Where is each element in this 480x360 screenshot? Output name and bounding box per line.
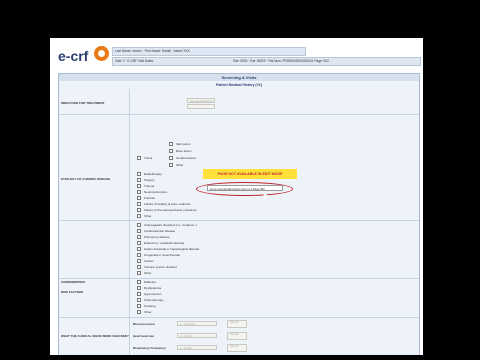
checkbox[interactable] <box>137 304 141 308</box>
comorbidity-option[interactable]: Urogenital or renal disorder <box>137 253 180 257</box>
checkbox[interactable] <box>137 229 141 233</box>
indication-value: Sexual dysfunction <box>187 98 215 103</box>
comorbidities-label: COMORBIDITIES <box>61 280 86 284</box>
comorbidity-option[interactable]: Pulmonary disease <box>137 235 170 239</box>
comorbidity-option[interactable]: Other <box>137 271 152 275</box>
checkbox[interactable] <box>137 259 141 263</box>
etiology-option[interactable]: Neurodysfunction <box>137 190 167 194</box>
row-divider <box>59 220 419 221</box>
checkbox[interactable] <box>137 178 141 182</box>
indication-label: INDICATION FOR TREATMENT <box>61 101 105 105</box>
risk-option[interactable]: Other <box>137 310 152 314</box>
etiology-label: ETIOLOGY OF CHRONIC DISEASE <box>61 177 111 181</box>
tumor-sub-option[interactable]: Skin lesion <box>169 142 191 146</box>
respiratory-label: Respiratory Frequency <box>133 346 166 350</box>
checkbox[interactable] <box>137 310 141 314</box>
checkbox[interactable] <box>137 208 141 212</box>
checkbox[interactable] <box>169 142 173 146</box>
edit-mode-notice: PAGE NOT AVAILABLE IN EDIT MODE <box>203 169 297 179</box>
etiology-option[interactable]: Other <box>137 214 152 218</box>
section-subtitle: Patient Medical History (V1) <box>215 83 263 87</box>
comorbidity-option[interactable]: Gastro-intestinal or hepatological disor… <box>137 247 200 251</box>
comorbidity-option[interactable]: Cancer <box>137 259 154 263</box>
etiology-option[interactable]: Fracture <box>137 196 155 200</box>
checkbox[interactable] <box>137 241 141 245</box>
app-logo-text: e-crf <box>58 48 89 64</box>
clinical-signs-label: WHAT THE CLINICAL SIGNS WERE CHECKED? <box>61 334 129 338</box>
checkbox[interactable] <box>137 247 141 251</box>
checkbox[interactable] <box>137 156 141 160</box>
etiology-option[interactable]: Trauma <box>137 184 154 188</box>
tumor-sub-option[interactable]: Cerebral lesion <box>169 156 196 160</box>
checkbox[interactable] <box>137 190 141 194</box>
patient-info-line1: Last Name: xxxxxx · First Name: Daniel ·… <box>112 47 306 56</box>
checkbox[interactable] <box>137 253 141 257</box>
visit-info: Visit: 2 · E-CRF Visit Dates <box>115 59 154 63</box>
blood-pressure-input[interactable]: 2 / 3 systolic <box>177 321 217 326</box>
risk-option[interactable]: Chemotherapy <box>137 298 164 302</box>
application-window: e-crf Last Name: xxxxxx · First Name: Da… <box>50 38 423 355</box>
etiology-option[interactable]: Radiotherapy <box>137 172 162 176</box>
checkbox[interactable] <box>137 172 141 176</box>
section-title: Screening & Visits <box>59 74 419 81</box>
blood-pressure-status[interactable]: Normal <box>227 320 247 328</box>
heart-rate-input[interactable]: 2 / 3 bpm <box>177 333 217 338</box>
logo-icon <box>94 46 109 61</box>
comorbidity-option[interactable]: Anticoagulant disorders (i.e. Cerebral..… <box>137 223 197 227</box>
column-divider <box>129 89 130 355</box>
comorbidity-option[interactable]: Cardiovascular disease <box>137 229 175 233</box>
checkbox[interactable] <box>137 184 141 188</box>
tumor-sub-option[interactable]: Bone lesion <box>169 149 192 153</box>
respiratory-input[interactable]: 2 / 3 /min <box>177 345 217 350</box>
etiology-option[interactable]: Failure of the osteosynthesis procedure <box>137 208 197 212</box>
tumor-option[interactable]: Tumor <box>137 156 153 160</box>
checkbox[interactable] <box>137 265 141 269</box>
blood-pressure-label: Blood pressure <box>133 322 156 326</box>
checkbox[interactable] <box>169 156 173 160</box>
checkbox[interactable] <box>137 280 141 284</box>
heart-rate-label: Heart beat rate <box>133 334 155 338</box>
checkbox[interactable] <box>137 292 141 296</box>
encoded-zone-field[interactable]: Zone encodée/Encoded zone to a Page 002 <box>207 185 283 191</box>
risk-factors-label: RISK FACTORS <box>61 290 84 294</box>
patient-info-line2: Visit: 2 · E-CRF Visit Dates Site: 0000 … <box>112 57 421 66</box>
checkbox[interactable] <box>137 286 141 290</box>
header: e-crf Last Name: xxxxxx · First Name: Da… <box>50 38 423 68</box>
heart-rate-status[interactable]: Normal <box>227 332 247 340</box>
row-divider <box>59 114 419 115</box>
risk-option[interactable]: Diabetes <box>137 280 156 284</box>
checkbox[interactable] <box>137 223 141 227</box>
site-info: Site: 0000 · Pat: 00000 · Pat Num: FR000… <box>233 59 329 63</box>
risk-option[interactable]: Smoking <box>137 304 156 308</box>
row-divider <box>59 317 419 318</box>
respiratory-status[interactable]: Normal <box>227 344 247 352</box>
comorbidity-option[interactable]: Immune system disorder <box>137 265 177 269</box>
risk-option[interactable]: Dyslipidemia <box>137 286 161 290</box>
checkbox[interactable] <box>169 163 173 167</box>
checkbox[interactable] <box>137 235 141 239</box>
indication-option <box>187 104 215 109</box>
checkbox[interactable] <box>169 149 173 153</box>
comorbidity-option[interactable]: Endocrine / metabolic disorder <box>137 241 185 245</box>
tumor-sub-option[interactable]: Other <box>169 163 184 167</box>
checkbox[interactable] <box>137 271 141 275</box>
checkbox[interactable] <box>137 298 141 302</box>
checkbox[interactable] <box>137 196 141 200</box>
etiology-option[interactable]: Failure of healing at bone malunion <box>137 202 191 206</box>
checkbox[interactable] <box>137 214 141 218</box>
checkbox[interactable] <box>137 202 141 206</box>
risk-option[interactable]: Hypertension <box>137 292 162 296</box>
row-divider <box>59 278 419 279</box>
etiology-option[interactable]: Surgery <box>137 178 155 182</box>
form-panel: Screening & Visits Patient Medical Histo… <box>58 73 420 355</box>
